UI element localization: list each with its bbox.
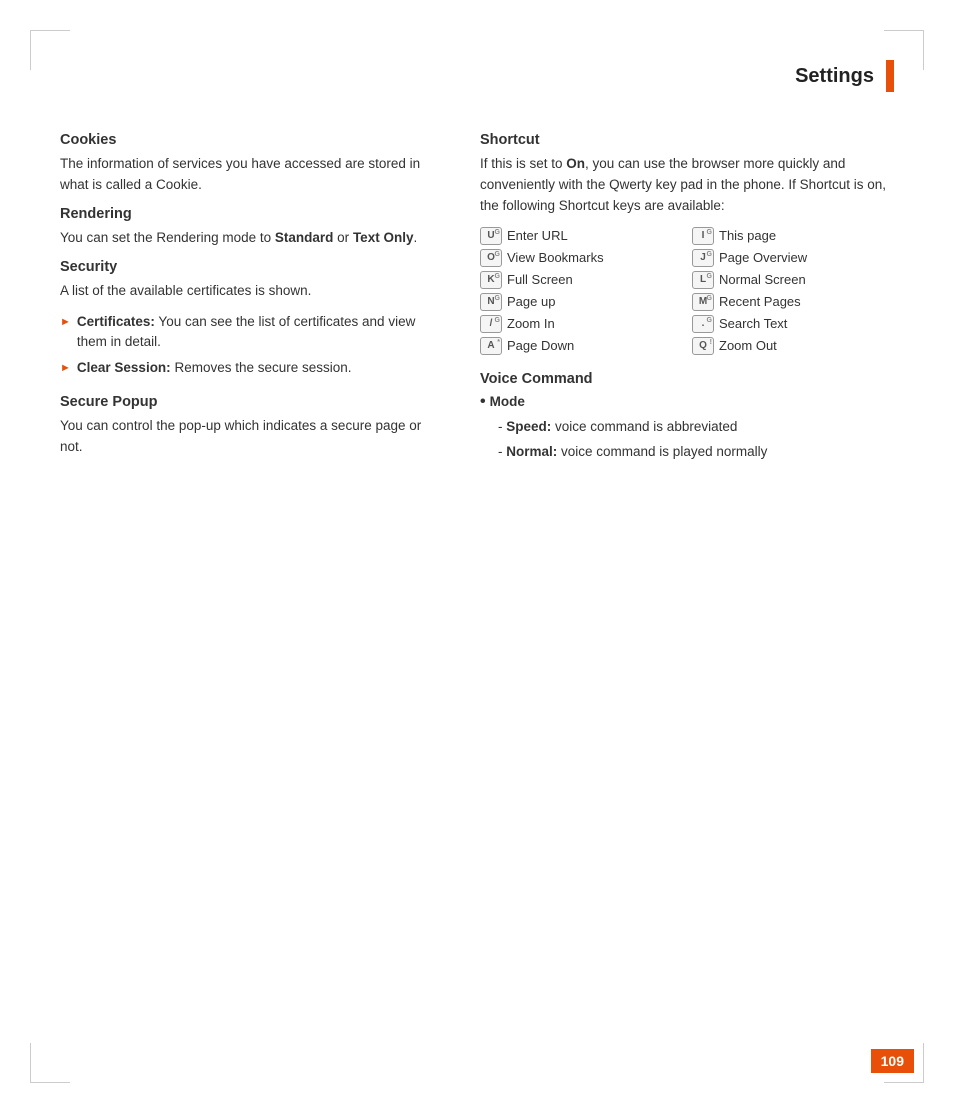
title-accent-bar [886, 60, 894, 92]
key-badge: OG [480, 249, 502, 267]
shortcut-label: Page up [507, 294, 555, 309]
shortcut-item: OG View Bookmarks [480, 249, 682, 267]
key-badge: .G [692, 315, 714, 333]
shortcut-label: Recent Pages [719, 294, 801, 309]
shortcut-item: UG Enter URL [480, 227, 682, 245]
secure-popup-heading: Secure Popup [60, 394, 440, 410]
shortcut-intro: If this is set to On, you can use the br… [480, 154, 894, 217]
key-badge: LG [692, 271, 714, 289]
security-section: Security A list of the available certifi… [60, 259, 440, 379]
page-title: Settings [795, 65, 874, 88]
key-badge: KG [480, 271, 502, 289]
certificates-bullet: ► Certificates: You can see the list of … [60, 312, 440, 353]
certificates-text: Certificates: You can see the list of ce… [77, 312, 440, 353]
corner-mark-bl-v [30, 1043, 31, 1083]
page-header: Settings [0, 0, 954, 112]
secure-popup-text: You can control the pop-up which indicat… [60, 416, 440, 458]
shortcut-label: Page Down [507, 338, 574, 353]
mode-label: Mode [490, 394, 525, 409]
rendering-text: You can set the Rendering mode to Standa… [60, 228, 440, 249]
corner-mark-tl-h [30, 30, 70, 31]
main-content: Cookies The information of services you … [0, 112, 954, 508]
shortcut-item: A* Page Down [480, 337, 682, 355]
bullet-arrow-icon: ► [60, 314, 71, 331]
corner-mark-tr-v [923, 30, 924, 70]
shortcut-item: MG Recent Pages [692, 293, 894, 311]
shortcut-section: Shortcut If this is set to On, you can u… [480, 132, 894, 355]
corner-mark-br-h [884, 1082, 924, 1083]
voice-command-section: Voice Command Mode - Speed: voice comman… [480, 371, 894, 463]
corner-mark-br-v [923, 1043, 924, 1083]
cookies-text: The information of services you have acc… [60, 154, 440, 196]
security-intro: A list of the available certificates is … [60, 281, 440, 302]
shortcut-label: This page [719, 228, 776, 243]
key-badge: UG [480, 227, 502, 245]
corner-mark-tl-v [30, 30, 31, 70]
shortcut-label: View Bookmarks [507, 250, 604, 265]
key-badge: JG [692, 249, 714, 267]
rendering-section: Rendering You can set the Rendering mode… [60, 206, 440, 249]
rendering-heading: Rendering [60, 206, 440, 222]
cookies-heading: Cookies [60, 132, 440, 148]
shortcut-item: NG Page up [480, 293, 682, 311]
shortcut-label: Full Screen [507, 272, 573, 287]
speed-sub-item: - Speed: voice command is abbreviated [498, 417, 894, 438]
bullet-arrow-icon-2: ► [60, 360, 71, 377]
shortcut-label: Normal Screen [719, 272, 806, 287]
right-column: Shortcut If this is set to On, you can u… [480, 132, 894, 468]
page-number: 109 [871, 1049, 914, 1073]
mode-bullet: Mode [480, 393, 894, 411]
key-badge: NG [480, 293, 502, 311]
shortcut-heading: Shortcut [480, 132, 894, 148]
shortcut-label: Enter URL [507, 228, 568, 243]
left-column: Cookies The information of services you … [60, 132, 440, 468]
key-badge: A* [480, 337, 502, 355]
shortcut-item: LG Normal Screen [692, 271, 894, 289]
shortcut-item: /G Zoom In [480, 315, 682, 333]
key-badge: /G [480, 315, 502, 333]
secure-popup-section: Secure Popup You can control the pop-up … [60, 394, 440, 458]
cookies-section: Cookies The information of services you … [60, 132, 440, 196]
shortcut-label: Search Text [719, 316, 787, 331]
shortcut-item: JG Page Overview [692, 249, 894, 267]
shortcut-item: IG This page [692, 227, 894, 245]
key-badge: MG [692, 293, 714, 311]
shortcut-label: Page Overview [719, 250, 807, 265]
key-badge: IG [692, 227, 714, 245]
corner-mark-bl-h [30, 1082, 70, 1083]
shortcut-item: KG Full Screen [480, 271, 682, 289]
voice-command-heading: Voice Command [480, 371, 894, 387]
shortcut-label: Zoom In [507, 316, 555, 331]
clear-session-bullet: ► Clear Session: Removes the secure sess… [60, 358, 440, 378]
shortcut-label: Zoom Out [719, 338, 777, 353]
normal-sub-item: - Normal: voice command is played normal… [498, 442, 894, 463]
clear-session-text: Clear Session: Removes the secure sessio… [77, 358, 352, 378]
corner-mark-tr-h [884, 30, 924, 31]
shortcut-item: .G Search Text [692, 315, 894, 333]
shortcut-item: Q! Zoom Out [692, 337, 894, 355]
shortcut-key-grid: UG Enter URL IG This page OG View Bookmarks JG… [480, 227, 894, 355]
key-badge: Q! [692, 337, 714, 355]
security-heading: Security [60, 259, 440, 275]
